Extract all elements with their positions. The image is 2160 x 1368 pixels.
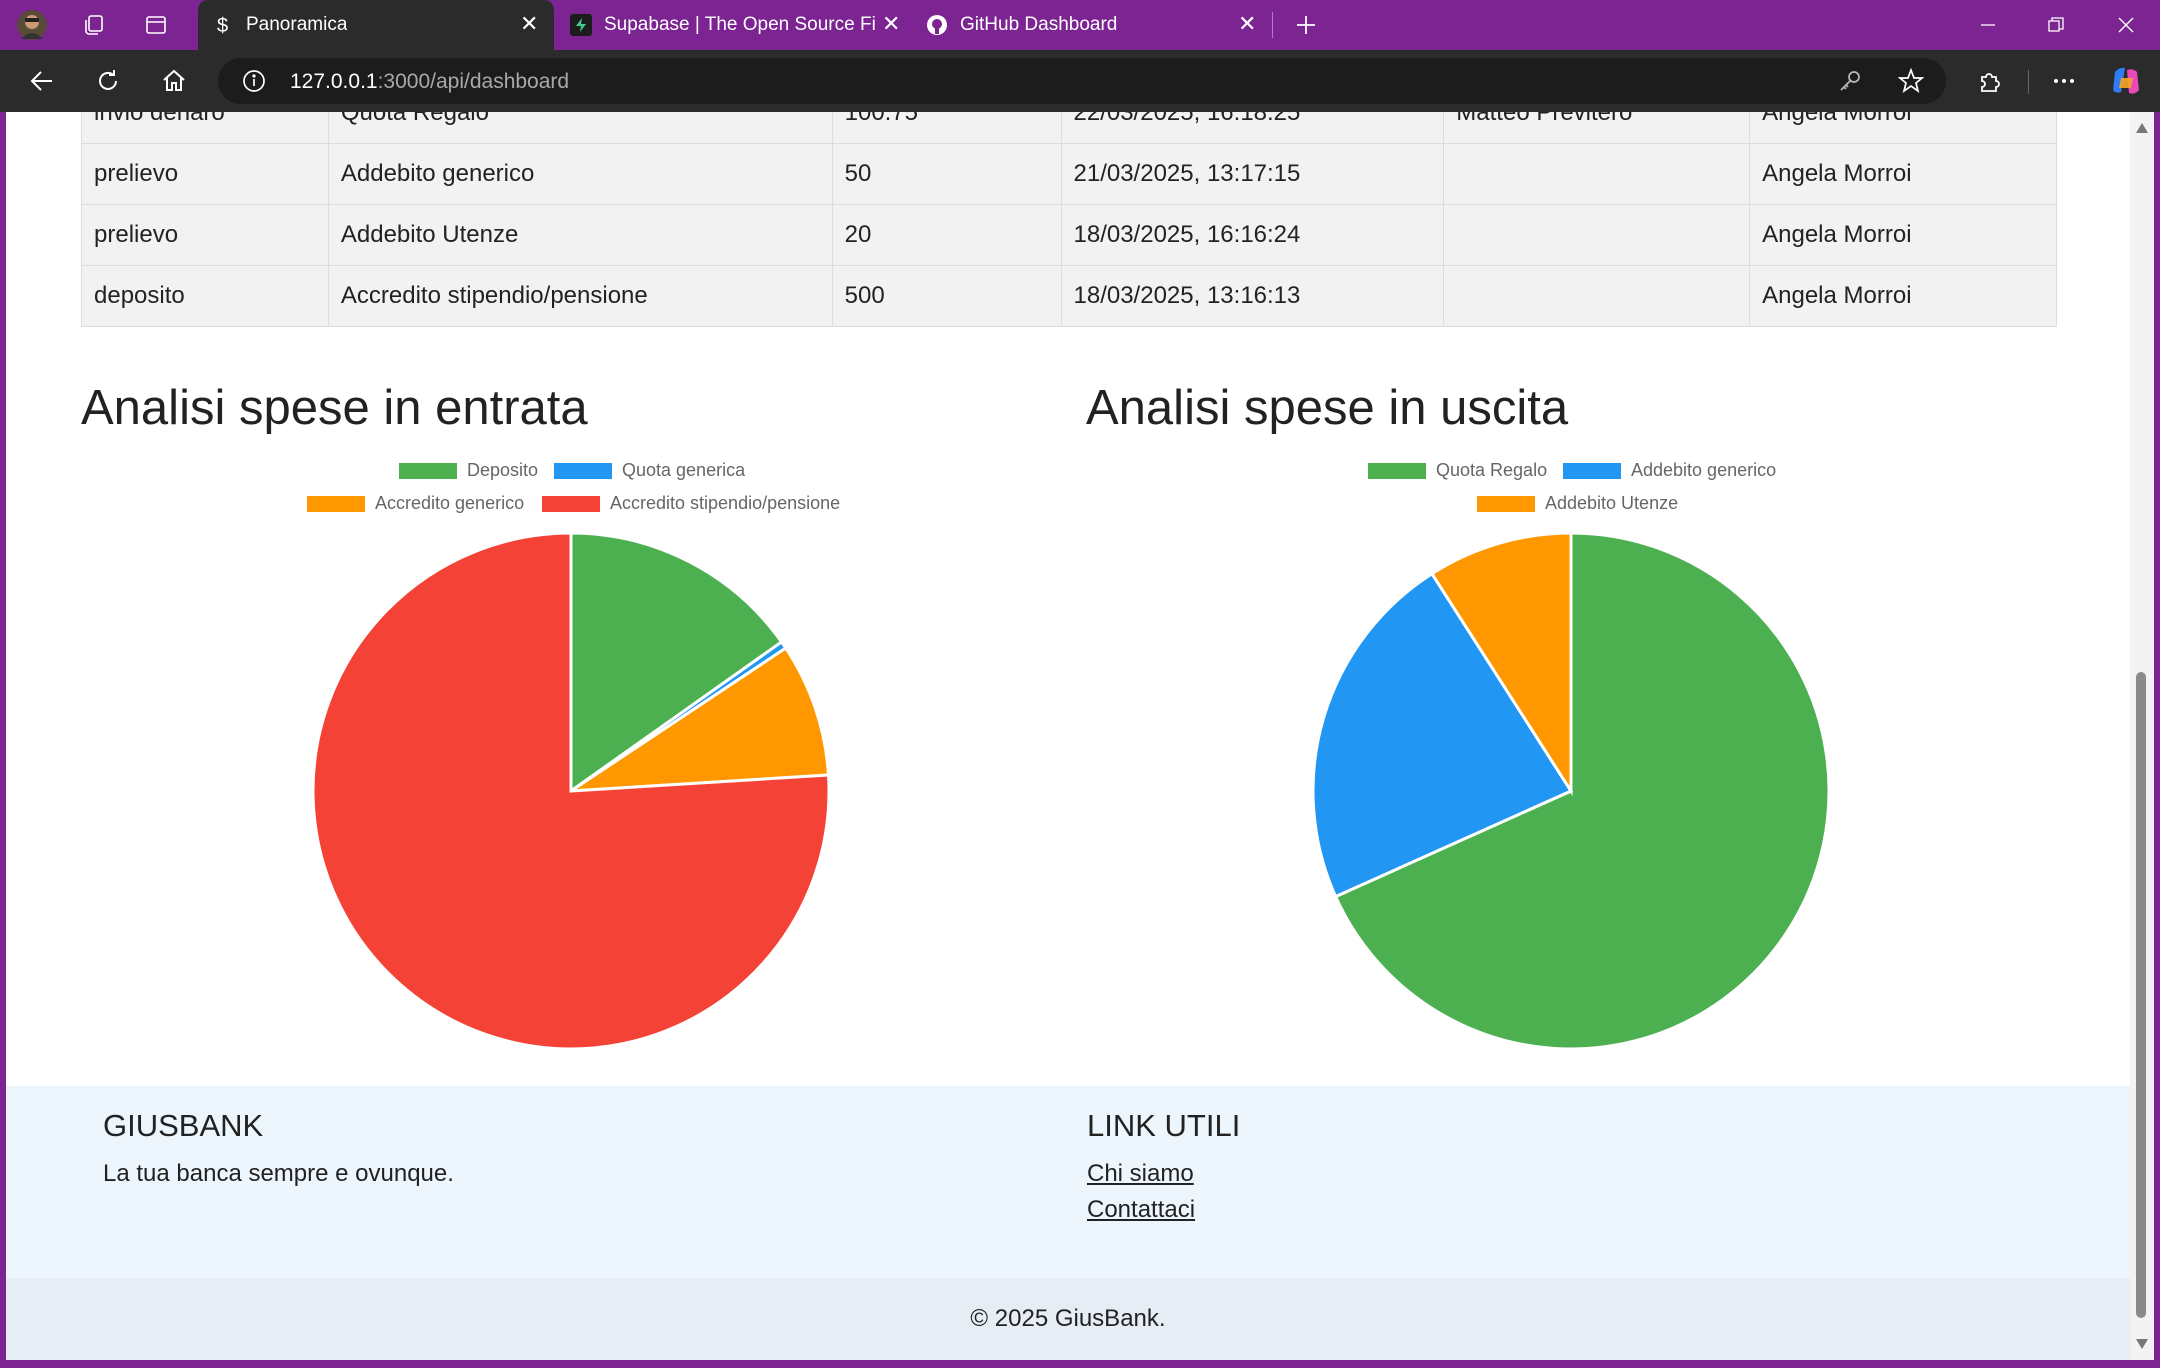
transactions-table: invio denaro Quota Regalo 100.75 22/03/2…: [81, 112, 2057, 327]
tab-actions-icon[interactable]: [138, 8, 174, 42]
profile-avatar[interactable]: [14, 8, 50, 42]
tab-label: GitHub Dashboard: [960, 14, 1118, 35]
footer-brand: GIUSBANK: [103, 1108, 264, 1143]
table-cell: Accredito stipendio/pensione: [327, 265, 833, 327]
favorite-star-icon[interactable]: [1897, 67, 1925, 99]
svg-text:$: $: [217, 15, 228, 36]
url-text[interactable]: 127.0.0.1:3000/api/dashboard: [290, 70, 569, 94]
table-cell: [1443, 265, 1751, 327]
url-host: 127.0.0.1: [290, 70, 378, 93]
table-cell: 500: [831, 265, 1062, 327]
table-cell: Angela Morroi: [1749, 204, 2057, 266]
table-cell: 20: [831, 204, 1062, 266]
tab-supabase[interactable]: Supabase | The Open Source Fire ✕: [556, 0, 910, 50]
table-cell: Quota Regalo: [327, 112, 833, 144]
workspaces-icon[interactable]: [76, 8, 112, 42]
link-chi-siamo[interactable]: Chi siamo: [1087, 1160, 1194, 1188]
footer-links-title: LINK UTILI: [1087, 1108, 1241, 1143]
supabase-icon: [570, 14, 592, 36]
table-cell: Angela Morroi: [1749, 112, 2057, 144]
tab-panoramica[interactable]: $ Panoramica ✕: [198, 0, 554, 50]
table-cell: Angela Morroi: [1749, 143, 2057, 205]
back-icon[interactable]: [22, 61, 62, 101]
table-cell: Addebito Utenze: [327, 204, 833, 266]
scroll-up-arrow-icon[interactable]: [2135, 122, 2149, 134]
table-row: invio denaro Quota Regalo 100.75 22/03/2…: [81, 112, 2057, 144]
home-icon[interactable]: [154, 61, 194, 101]
tab-label: Supabase | The Open Source Fire: [604, 14, 876, 35]
site-footer: GIUSBANK La tua banca sempre e ovunque. …: [6, 1086, 2130, 1278]
close-tab-icon[interactable]: ✕: [1238, 12, 1256, 36]
expense-chart-section: Analisi spese in uscita Quota Regalo Add…: [1086, 380, 2046, 1180]
scrollbar-thumb[interactable]: [2136, 672, 2146, 1318]
table-cell: 100.75: [831, 112, 1062, 144]
toolbar-divider: [2028, 70, 2029, 94]
table-row: deposito Accredito stipendio/pensione 50…: [81, 265, 2057, 327]
tab-label: Panoramica: [246, 14, 348, 35]
table-cell: Addebito generico: [327, 143, 833, 205]
url-path: :3000/api/dashboard: [377, 70, 570, 93]
restore-icon[interactable]: [2036, 10, 2076, 40]
browser-toolbar: 127.0.0.1:3000/api/dashboard: [0, 50, 2160, 112]
scroll-down-arrow-icon[interactable]: [2135, 1338, 2149, 1350]
table-cell: 18/03/2025, 13:16:13: [1060, 265, 1445, 327]
tab-divider: [1272, 12, 1273, 38]
browser-tab-strip: $ Panoramica ✕ Supabase | The Open Sourc…: [0, 0, 2160, 50]
close-tab-icon[interactable]: ✕: [520, 12, 538, 36]
github-icon: [926, 14, 948, 36]
site-info-icon[interactable]: [242, 69, 266, 98]
address-bar[interactable]: 127.0.0.1:3000/api/dashboard: [218, 58, 1946, 104]
link-contattaci[interactable]: Contattaci: [1087, 1196, 1195, 1224]
copyright-bar: © 2025 GiusBank.: [6, 1278, 2130, 1360]
new-tab-icon[interactable]: [1288, 8, 1324, 42]
minimize-icon[interactable]: [1968, 10, 2008, 40]
footer-tagline: La tua banca sempre e ovunque.: [103, 1160, 454, 1187]
table-cell: Matteo Previtero: [1443, 112, 1751, 144]
more-options-icon[interactable]: [2044, 61, 2084, 101]
income-pie-chart: [311, 531, 831, 1051]
table-cell: 50: [831, 143, 1062, 205]
dollar-icon: $: [212, 14, 234, 36]
table-row: prelievo Addebito generico 50 21/03/2025…: [81, 143, 2057, 205]
refresh-icon[interactable]: [88, 61, 128, 101]
table-cell: prelievo: [81, 143, 329, 205]
table-cell: 18/03/2025, 16:16:24: [1060, 204, 1445, 266]
table-cell: [1443, 143, 1751, 205]
copyright-text: © 2025 GiusBank.: [970, 1305, 1166, 1332]
table-cell: Angela Morroi: [1749, 265, 2057, 327]
page-viewport: invio denaro Quota Regalo 100.75 22/03/2…: [6, 112, 2130, 1360]
copilot-icon[interactable]: [2106, 61, 2146, 101]
page-scrollbar[interactable]: [2130, 112, 2154, 1360]
table-cell: deposito: [81, 265, 329, 327]
close-window-icon[interactable]: [2106, 10, 2146, 40]
expense-pie-chart: [1311, 531, 1831, 1051]
tab-github[interactable]: GitHub Dashboard ✕: [912, 0, 1266, 50]
table-cell: 21/03/2025, 13:17:15: [1060, 143, 1445, 205]
close-tab-icon[interactable]: ✕: [882, 12, 900, 36]
table-cell: [1443, 204, 1751, 266]
key-icon[interactable]: [1838, 69, 1862, 98]
table-row: prelievo Addebito Utenze 20 18/03/2025, …: [81, 204, 2057, 266]
income-chart-section: Analisi spese in entrata Deposito Quota …: [81, 380, 1041, 1180]
table-cell: 22/03/2025, 16:18:25: [1060, 112, 1445, 144]
table-cell: prelievo: [81, 204, 329, 266]
table-cell: invio denaro: [81, 112, 329, 144]
extensions-icon[interactable]: [1970, 61, 2010, 101]
